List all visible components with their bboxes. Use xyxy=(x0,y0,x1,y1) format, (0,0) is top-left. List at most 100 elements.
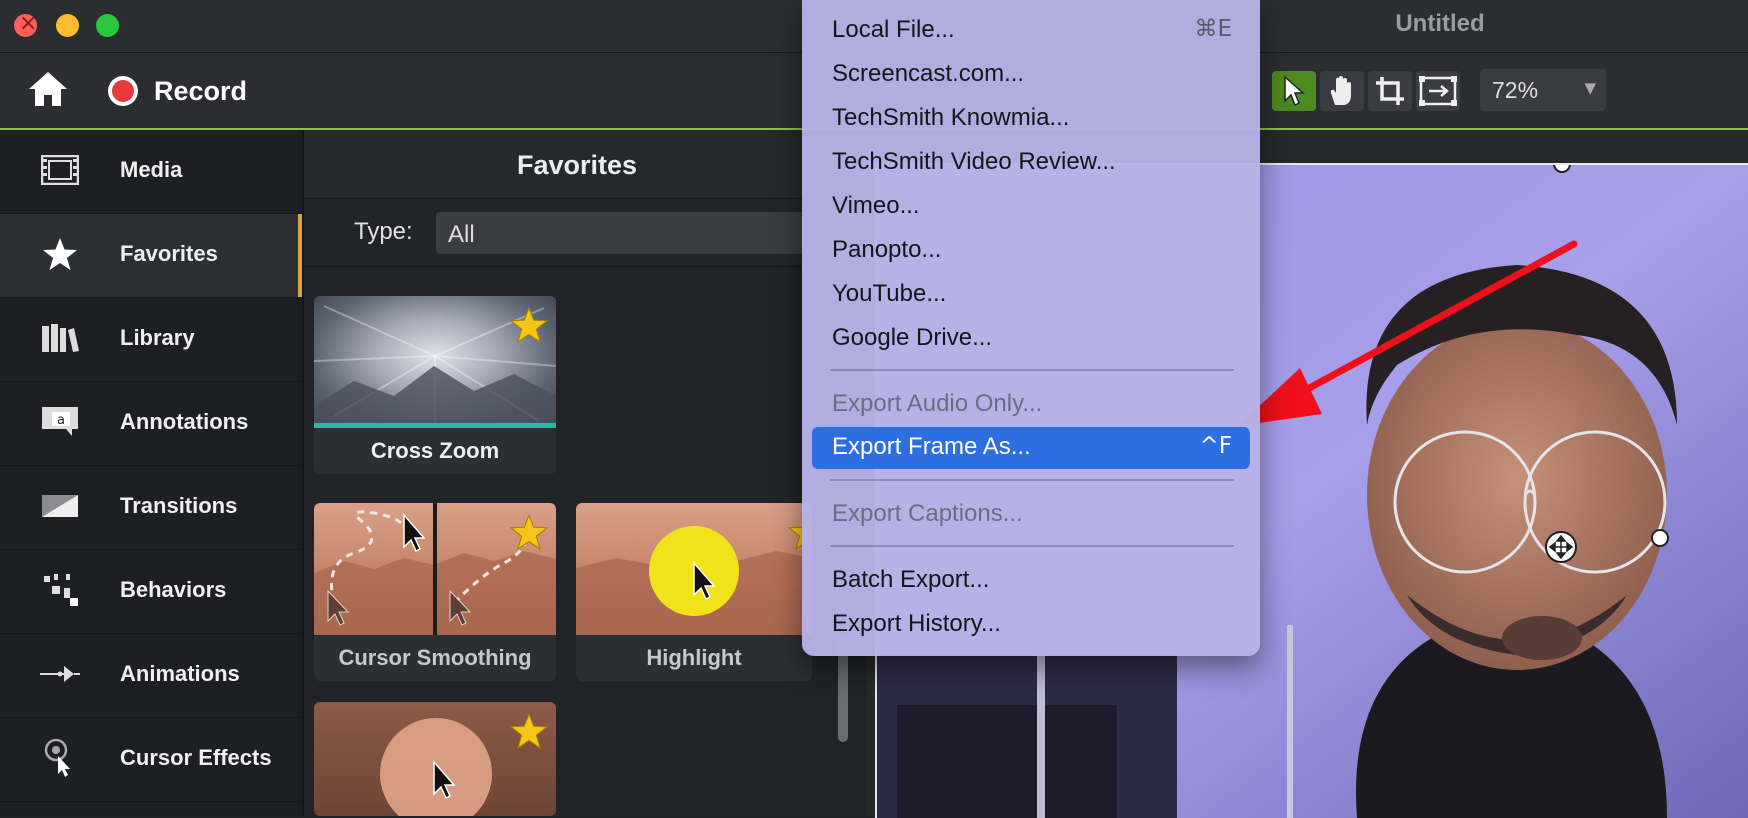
animation-icon xyxy=(38,654,82,694)
type-filter-label: Type: xyxy=(354,218,413,245)
asset-tile-cross-zoom[interactable]: Cross Zoom xyxy=(314,296,556,474)
cursor-smoothing-thumbnail xyxy=(314,503,556,635)
menu-item-local-file[interactable]: Local File... ⌘E xyxy=(812,10,1250,50)
menu-item-export-audio: Export Audio Only... xyxy=(812,384,1250,424)
sidebar-item-label: Animations xyxy=(120,661,240,686)
home-button[interactable] xyxy=(26,69,70,109)
panel-header: Favorites xyxy=(304,130,864,199)
menu-item-export-history[interactable]: Export History... xyxy=(812,604,1250,644)
menu-item-screencast[interactable]: Screencast.com... xyxy=(812,54,1250,94)
asset-label: Cross Zoom xyxy=(370,438,500,463)
spotlight-thumbnail xyxy=(314,702,556,816)
pan-tool-button[interactable] xyxy=(1320,71,1364,111)
cross-zoom-thumbnail xyxy=(314,296,556,428)
asset-tile-cursor-smoothing[interactable]: Cursor Smoothing xyxy=(314,503,556,681)
pointer-icon xyxy=(1284,75,1305,107)
crop-icon xyxy=(1376,77,1404,105)
sidebar-item-annotations[interactable]: a Annotations xyxy=(0,382,302,466)
svg-text:a: a xyxy=(57,413,65,428)
menu-item-label: Panopto... xyxy=(832,236,942,263)
menu-separator xyxy=(830,545,1234,547)
sidebar-item-behaviors[interactable]: Behaviors xyxy=(0,550,302,634)
asset-label: Highlight xyxy=(646,645,742,670)
record-button[interactable]: Record xyxy=(108,71,247,111)
minimize-window-button[interactable] xyxy=(56,14,79,37)
menu-item-label: Vimeo... xyxy=(832,192,920,219)
asset-label: Cursor Smoothing xyxy=(338,645,532,670)
zoom-value: 72% xyxy=(1492,77,1539,103)
favorite-star-icon[interactable] xyxy=(510,513,548,551)
star-icon xyxy=(38,234,82,274)
menu-item-label: YouTube... xyxy=(832,280,947,307)
pan-zoom-icon xyxy=(1419,76,1457,106)
menu-item-label: Export Frame As... xyxy=(832,433,1031,460)
favorites-panel: Favorites Type: All Cross Zoom Cursor Sm… xyxy=(304,130,864,816)
sidebar-item-transitions[interactable]: Transitions xyxy=(0,466,302,550)
pan-zoom-tool-button[interactable] xyxy=(1416,71,1460,111)
sidebar-item-media[interactable]: Media xyxy=(0,130,302,214)
menu-separator xyxy=(830,369,1234,371)
menu-item-export-frame[interactable]: Export Frame As... ^F xyxy=(812,427,1250,469)
sidebar-item-label: Library xyxy=(120,325,195,350)
sidebar: Media Favorites Library a Annotations Tr… xyxy=(0,130,304,816)
menu-item-label: Export History... xyxy=(832,610,1001,637)
menu-item-label: Batch Export... xyxy=(832,566,990,593)
transition-icon xyxy=(38,486,82,526)
sidebar-item-library[interactable]: Library xyxy=(0,298,302,382)
sidebar-item-label: Media xyxy=(120,157,183,182)
sidebar-item-label: Annotations xyxy=(120,409,249,434)
type-filter-value: All xyxy=(448,221,475,248)
cursor-effects-icon xyxy=(38,738,82,778)
menu-item-panopto[interactable]: Panopto... xyxy=(812,230,1250,270)
favorite-star-icon[interactable] xyxy=(510,712,548,750)
asset-tile-highlight[interactable]: Highlight xyxy=(576,503,812,681)
favorite-star-icon[interactable] xyxy=(510,306,548,344)
zoom-window-button[interactable] xyxy=(96,14,119,37)
record-label: Record xyxy=(154,75,248,106)
sidebar-item-label: Transitions xyxy=(120,493,238,518)
crop-tool-button[interactable] xyxy=(1368,71,1412,111)
menu-item-label: Local File... xyxy=(832,16,955,43)
menu-item-vimeo[interactable]: Vimeo... xyxy=(812,186,1250,226)
sidebar-item-animations[interactable]: Animations xyxy=(0,634,302,718)
menu-item-label: TechSmith Video Review... xyxy=(832,148,1116,175)
highlight-thumbnail xyxy=(576,503,812,635)
menu-item-shortcut: ^F xyxy=(1199,433,1232,459)
zoom-dropdown[interactable]: 72% ▼ xyxy=(1480,69,1606,111)
menu-item-video-review[interactable]: TechSmith Video Review... xyxy=(812,142,1250,182)
menu-item-export-captions: Export Captions... xyxy=(812,494,1250,534)
annotation-icon: a xyxy=(38,402,82,442)
record-icon xyxy=(108,76,138,106)
sidebar-item-cursor-effects[interactable]: Cursor Effects xyxy=(0,718,302,802)
sidebar-item-favorites[interactable]: Favorites xyxy=(0,214,302,298)
menu-item-label: Export Audio Only... xyxy=(832,390,1043,417)
film-icon xyxy=(38,150,82,190)
close-window-button[interactable] xyxy=(14,11,37,37)
move-handle-icon[interactable] xyxy=(1545,531,1577,563)
select-tool-button[interactable] xyxy=(1272,71,1316,111)
panel-title: Favorites xyxy=(516,150,638,180)
sidebar-item-label: Behaviors xyxy=(120,577,227,602)
menu-item-label: TechSmith Knowmia... xyxy=(832,104,1070,131)
menu-item-youtube[interactable]: YouTube... xyxy=(812,274,1250,314)
menu-item-google-drive[interactable]: Google Drive... xyxy=(812,318,1250,358)
resize-handle-right[interactable] xyxy=(1651,529,1669,547)
books-icon xyxy=(38,318,82,358)
menu-item-label: Export Captions... xyxy=(832,500,1023,527)
chevron-down-icon: ▼ xyxy=(1584,79,1596,97)
window-title: Untitled xyxy=(1395,10,1485,37)
home-icon xyxy=(29,72,67,106)
red-arrow-annotation xyxy=(1238,240,1578,426)
sidebar-item-label: Cursor Effects xyxy=(120,745,272,770)
sidebar-item-label: Favorites xyxy=(120,241,218,266)
hand-icon xyxy=(1330,76,1351,105)
menu-item-shortcut: ⌘E xyxy=(1194,16,1232,42)
menu-item-batch-export[interactable]: Batch Export... xyxy=(812,560,1250,600)
type-filter-dropdown[interactable]: All xyxy=(436,212,856,254)
menu-item-label: Google Drive... xyxy=(832,324,993,351)
behaviors-icon xyxy=(38,570,82,610)
menu-separator xyxy=(830,479,1234,481)
menu-item-knowmia[interactable]: TechSmith Knowmia... xyxy=(812,98,1250,138)
menu-item-label: Screencast.com... xyxy=(832,60,1025,87)
asset-tile-spotlight[interactable] xyxy=(314,702,556,816)
